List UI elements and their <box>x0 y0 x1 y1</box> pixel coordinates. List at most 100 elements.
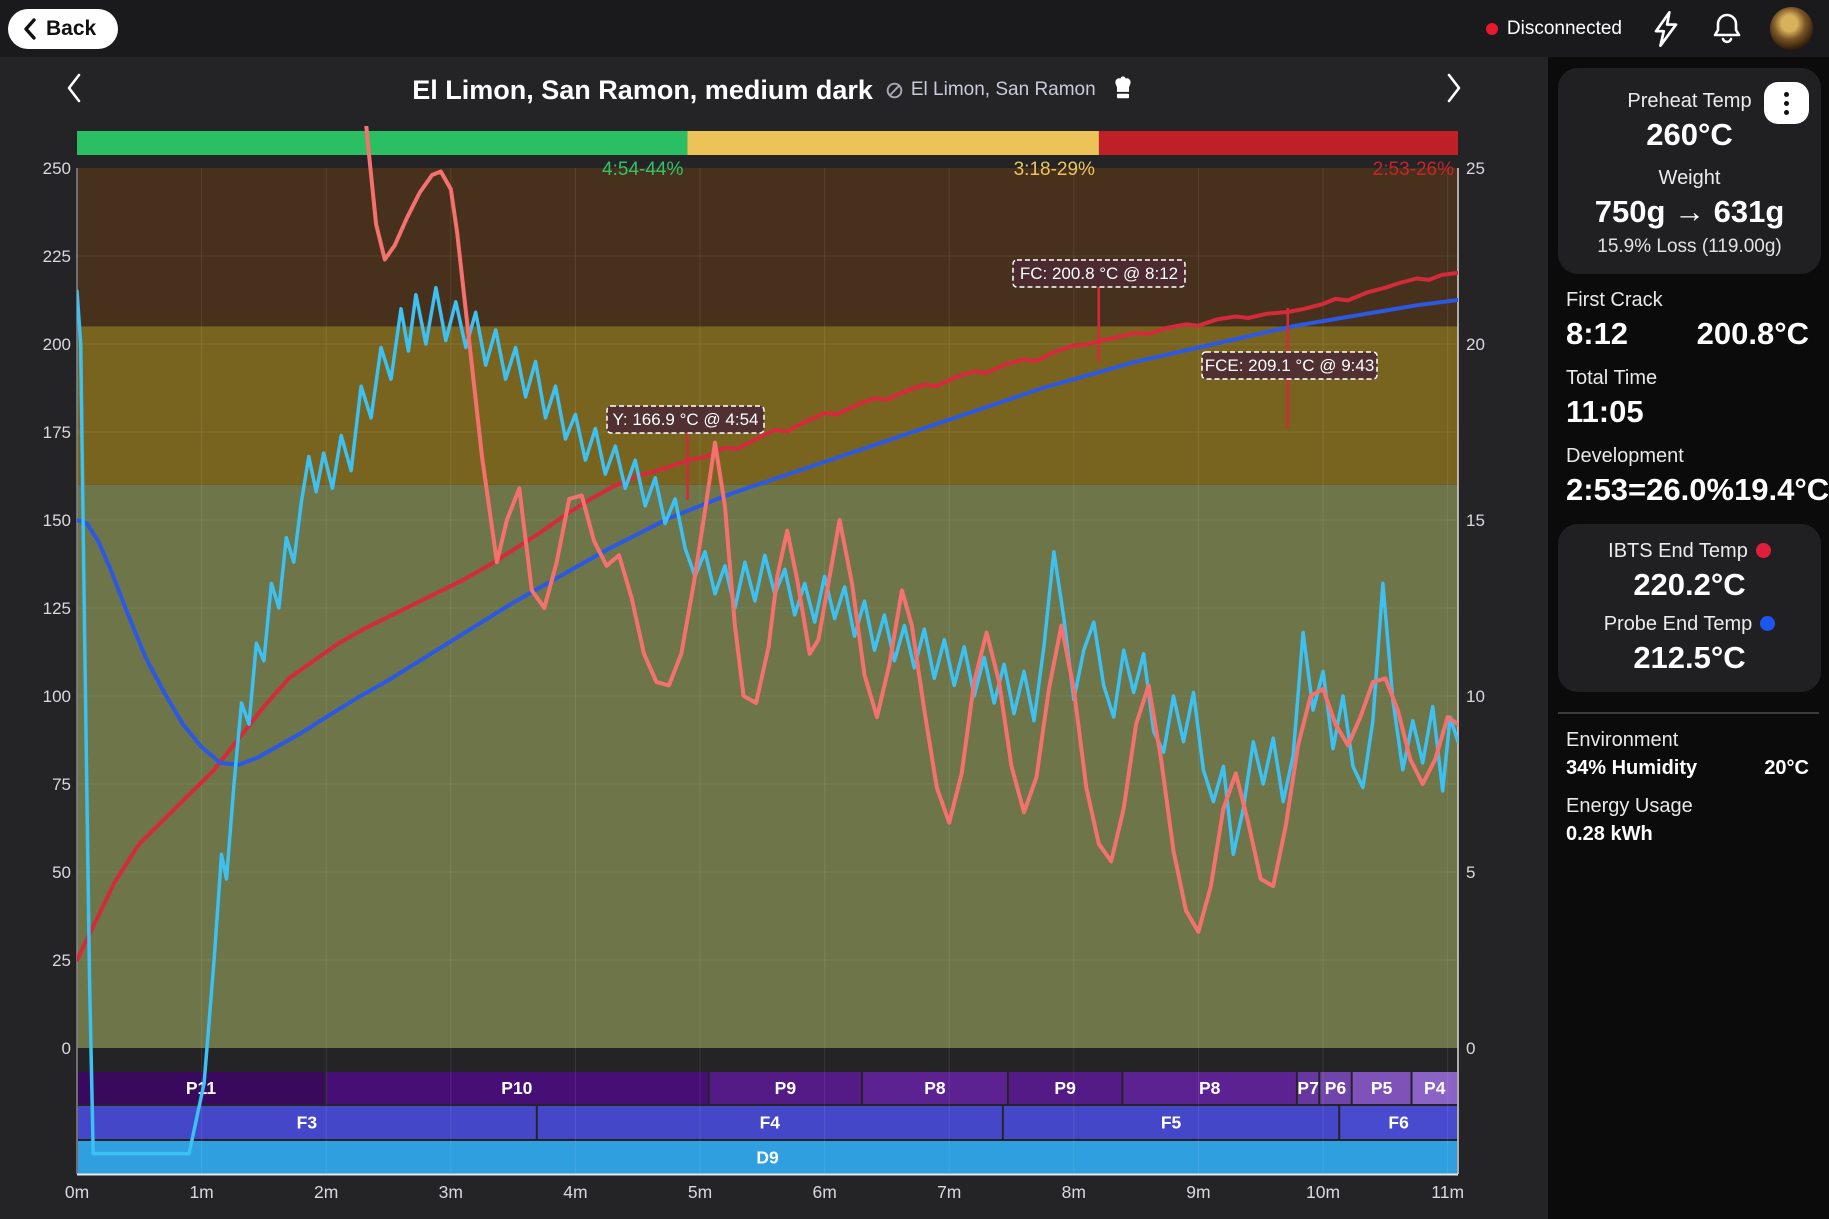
preheat-weight-card: Preheat Temp 260°C Weight 750g → 631g 15… <box>1558 68 1821 274</box>
bean-link[interactable]: El Limon, San Ramon <box>885 79 1096 101</box>
power-band-label: P9 <box>1054 1078 1076 1098</box>
x-tick-label: 4m <box>563 1182 587 1202</box>
first-crack-temp: 200.8°C <box>1697 316 1809 352</box>
total-time-label: Total Time <box>1566 367 1809 390</box>
y-tick-label: 0 <box>62 1039 71 1058</box>
first-crack-time: 8:12 <box>1566 316 1628 352</box>
y-tick-label: 250 <box>43 159 71 178</box>
fan-band-label: F6 <box>1388 1113 1409 1133</box>
humidity-value: 34% Humidity <box>1566 757 1697 780</box>
roast-chart[interactable]: 4:54-44%3:18-29%2:53-26%P11P10P9P8P9P8P7… <box>0 115 1548 1219</box>
bell-icon <box>1710 10 1744 48</box>
status-dot-icon <box>1486 23 1498 35</box>
x-tick-label: 1m <box>189 1182 213 1202</box>
end-temps-card: IBTS End Temp 220.2°C Probe End Temp 212… <box>1558 524 1821 692</box>
weight-label: Weight <box>1568 167 1811 190</box>
roast-header: El Limon, San Ramon, medium dark El Limo… <box>0 65 1548 115</box>
probe-end-label: Probe End Temp <box>1568 613 1811 636</box>
development-section: Development 2:53=26.0% 19.4°C <box>1548 430 1829 508</box>
back-button[interactable]: Back <box>8 9 118 49</box>
power-band-label: P10 <box>501 1078 532 1098</box>
x-tick-label: 6m <box>812 1182 836 1202</box>
y-tick-label: 225 <box>43 247 71 266</box>
y-tick-label-right: 5 <box>1466 863 1475 882</box>
power-band-label: P8 <box>924 1078 946 1098</box>
power-band-label: P9 <box>775 1078 797 1098</box>
control-bands: P11P10P9P8P9P8P7P6P5P4F3F4F5F6D9 <box>78 1072 1457 1174</box>
power-settings-button[interactable] <box>1648 9 1684 49</box>
y-axis-labels-left: 0255075100125150175200225250 <box>43 159 71 1058</box>
marker-tooltip-label: Y: 166.9 °C @ 4:54 <box>613 410 759 429</box>
x-tick-label: 5m <box>688 1182 712 1202</box>
first-crack-section: First Crack 8:12 200.8°C <box>1548 274 1829 352</box>
connection-status: Disconnected <box>1486 18 1622 40</box>
y-tick-label-right: 10 <box>1466 687 1485 706</box>
x-tick-label: 0m <box>65 1182 89 1202</box>
y-tick-label: 75 <box>52 775 71 794</box>
phase-label: 2:53-26% <box>1373 159 1454 180</box>
energy-value: 0.28 kWh <box>1566 823 1653 846</box>
drum-band-label: D9 <box>756 1148 779 1168</box>
probe-end-value: 212.5°C <box>1568 640 1811 676</box>
chevron-left-icon <box>22 18 38 40</box>
power-band-label: P6 <box>1325 1078 1347 1098</box>
back-label: Back <box>46 17 96 41</box>
zone-band <box>77 326 1458 484</box>
first-crack-label: First Crack <box>1566 289 1809 312</box>
ibts-end-label: IBTS End Temp <box>1568 540 1811 563</box>
coffee-bean-icon <box>885 81 904 100</box>
development-value: 2:53=26.0% <box>1566 472 1734 508</box>
y-axis-labels-right: 0 5 10 15 20 25 <box>1466 159 1485 1058</box>
x-tick-label: 10m <box>1306 1182 1340 1202</box>
x-tick-label: 3m <box>439 1182 463 1202</box>
energy-label: Energy Usage <box>1566 795 1809 818</box>
page-title: El Limon, San Ramon, medium dark <box>412 75 873 106</box>
y-tick-label: 200 <box>43 335 71 354</box>
recipe-button[interactable] <box>1110 74 1136 106</box>
power-band-label: P8 <box>1199 1078 1221 1098</box>
y-tick-label: 25 <box>52 951 71 970</box>
y-tick-label-right: 0 <box>1466 1039 1475 1058</box>
y-tick-label-right: 25 <box>1466 159 1485 178</box>
x-tick-label: 9m <box>1186 1182 1210 1202</box>
x-tick-label: 2m <box>314 1182 338 1202</box>
fan-band-label: F3 <box>297 1113 318 1133</box>
total-time-value: 11:05 <box>1566 394 1644 430</box>
stats-sidebar: Preheat Temp 260°C Weight 750g → 631g 15… <box>1548 57 1829 1219</box>
x-tick-label: 11m <box>1431 1182 1464 1202</box>
power-band-label: P7 <box>1297 1078 1318 1098</box>
development-label: Development <box>1566 445 1809 468</box>
x-tick-label: 7m <box>937 1182 961 1202</box>
y-tick-label-right: 20 <box>1466 335 1485 354</box>
ibts-end-value: 220.2°C <box>1568 567 1811 603</box>
notifications-button[interactable] <box>1710 10 1744 48</box>
phase-bar-segment <box>77 131 687 155</box>
y-tick-label: 125 <box>43 599 71 618</box>
marker-tooltip-label: FC: 200.8 °C @ 8:12 <box>1020 264 1178 283</box>
phase-bar-segment <box>1099 131 1458 155</box>
bean-link-label: El Limon, San Ramon <box>911 79 1096 101</box>
x-tick-label: 8m <box>1062 1182 1086 1202</box>
weight-value: 750g → 631g <box>1568 194 1811 230</box>
fan-band-label: F5 <box>1161 1113 1182 1133</box>
avatar[interactable] <box>1770 7 1813 50</box>
y-tick-label-right: 15 <box>1466 511 1485 530</box>
x-axis-labels: 0m 1m 2m 3m 4m 5m 6m 7m 8m 9m 10m 11m <box>65 1182 1464 1202</box>
environment-label: Environment <box>1566 729 1809 752</box>
weight-loss: 15.9% Loss (119.00g) <box>1568 236 1811 258</box>
energy-section: Energy Usage 0.28 kWh <box>1548 780 1829 846</box>
zone-band <box>77 168 1458 326</box>
phase-label: 4:54-44% <box>602 159 683 180</box>
chart-panel: El Limon, San Ramon, medium dark El Limo… <box>0 57 1548 1219</box>
probe-dot-icon <box>1760 616 1775 631</box>
env-temp-value: 20°C <box>1764 757 1809 780</box>
ibts-dot-icon <box>1756 543 1771 558</box>
more-options-button[interactable] <box>1764 82 1809 124</box>
development-temp: 19.4°C <box>1734 472 1829 508</box>
status-label: Disconnected <box>1507 18 1622 40</box>
phase-label: 3:18-29% <box>1014 159 1095 180</box>
phase-bar-segment <box>687 131 1099 155</box>
y-tick-label: 175 <box>43 423 71 442</box>
fan-band-label: F4 <box>760 1113 781 1133</box>
power-band-label: P4 <box>1424 1078 1446 1098</box>
